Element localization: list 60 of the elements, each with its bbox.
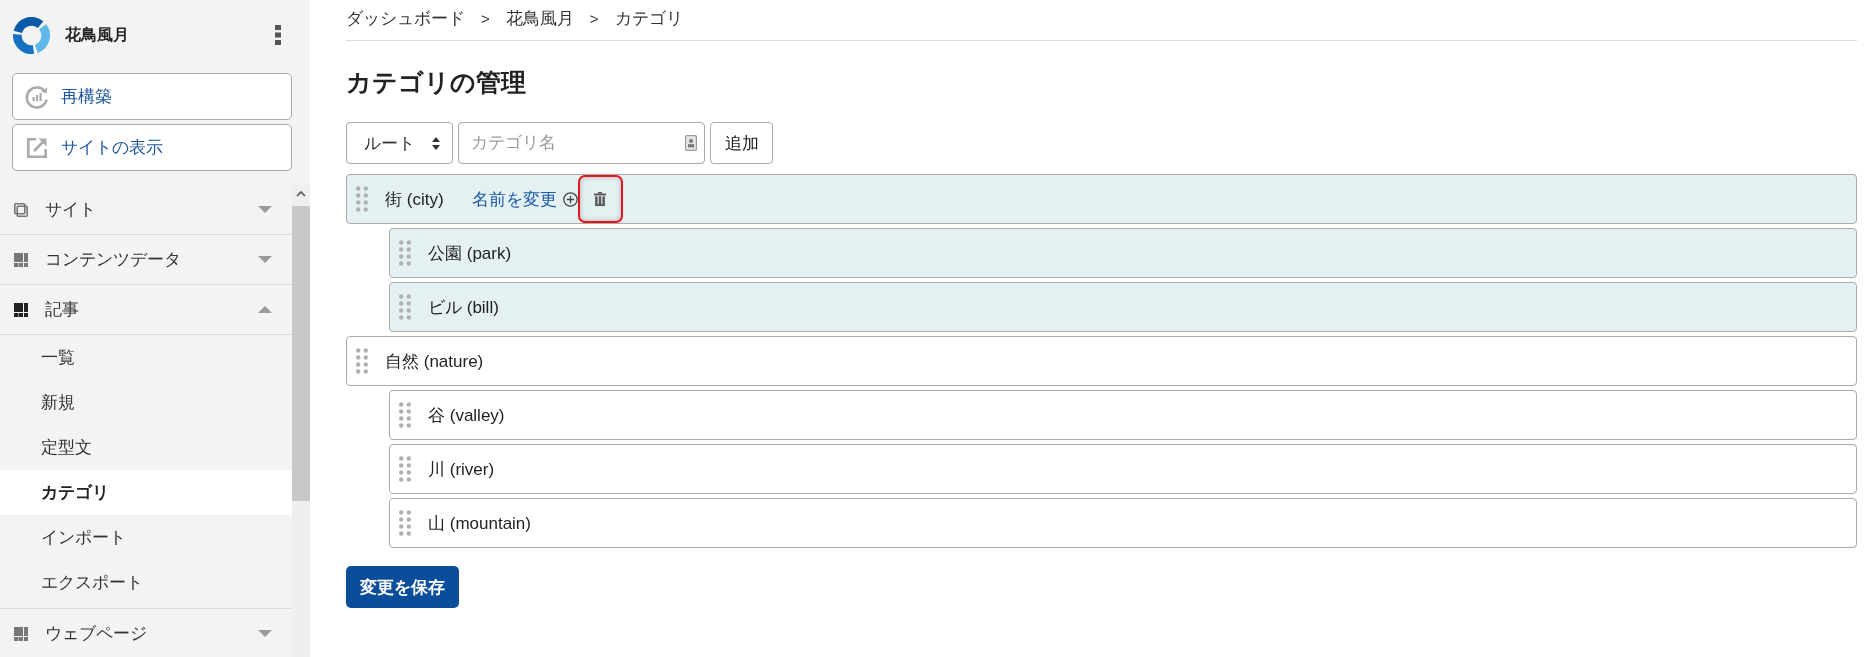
category-row[interactable]: 自然 (nature) [346,336,1857,386]
external-link-icon [27,137,47,158]
category-row[interactable]: 街 (city) 名前を変更 [346,174,1857,224]
category-name: 川 (river) [428,458,495,481]
category-row[interactable]: 山 (mountain) [389,498,1857,548]
breadcrumb-separator: > [589,9,599,27]
drag-handle-icon[interactable] [399,510,411,536]
plus-circle-icon[interactable] [562,191,578,207]
category-row[interactable]: 谷 (valley) [389,390,1857,440]
save-button[interactable]: 変更を保存 [346,566,459,608]
parent-select[interactable]: ルート [346,122,453,164]
site-name: 花鳥風月 [65,24,130,45]
add-button[interactable]: 追加 [710,122,773,164]
category-row[interactable]: ビル (bill) [389,282,1857,332]
rename-link[interactable]: 名前を変更 [471,187,557,211]
drag-handle-icon[interactable] [356,348,368,374]
nav-subitem[interactable]: カテゴリ [0,470,292,515]
nav-subitem[interactable]: 定型文 [0,425,292,470]
category-name: 山 (mountain) [428,512,531,535]
page-title: カテゴリの管理 [346,67,527,98]
category-name: 谷 (valley) [428,404,505,427]
delete-button[interactable] [577,175,623,223]
drag-handle-icon[interactable] [399,456,411,482]
category-row[interactable]: 公園 (park) [389,228,1857,278]
drag-handle-icon[interactable] [399,240,411,266]
view-site-button[interactable]: サイトの表示 [12,124,292,171]
category-name: 街 (city) [385,188,444,211]
drag-handle-icon[interactable] [399,402,411,428]
blocks-icon [14,252,28,267]
nav-item[interactable]: 記事 [0,285,292,335]
nav-item[interactable]: コンテンツデータ [0,235,292,285]
windows-icon [14,202,28,217]
breadcrumb-separator: > [481,9,490,27]
refresh-icon [25,84,49,109]
trash-icon [594,192,607,206]
nav-subitem[interactable]: 一覧 [0,335,292,380]
scrollbar[interactable] [292,185,310,657]
blocks-icon [14,302,28,317]
contact-card-icon[interactable] [685,135,697,151]
breadcrumb-link[interactable]: 花鳥風月 [505,6,574,30]
category-row[interactable]: 川 (river) [389,444,1857,494]
logo-icon [13,16,50,54]
kebab-menu-icon[interactable] [275,25,281,45]
scrollbar-thumb[interactable] [292,206,310,501]
nav-subitem[interactable]: エクスポート [0,560,292,605]
drag-handle-icon[interactable] [399,294,411,320]
category-name: 公園 (park) [428,242,512,265]
breadcrumb-current: カテゴリ [614,7,683,30]
category-name: ビル (bill) [428,296,499,319]
category-name: 自然 (nature) [385,350,484,373]
category-name-field[interactable]: カテゴリ名 [458,122,705,164]
sort-caret-icon [432,136,440,150]
rebuild-button[interactable]: 再構築 [12,73,292,120]
nav-subitem[interactable]: インポート [0,515,292,560]
nav-subitem[interactable]: 新規 [0,380,292,425]
drag-handle-icon[interactable] [356,186,368,212]
nav-item[interactable]: サイト [0,185,292,235]
blocks-icon [14,626,28,641]
scroll-up-icon[interactable] [296,190,306,197]
breadcrumb-link[interactable]: ダッシュボード [346,6,465,30]
